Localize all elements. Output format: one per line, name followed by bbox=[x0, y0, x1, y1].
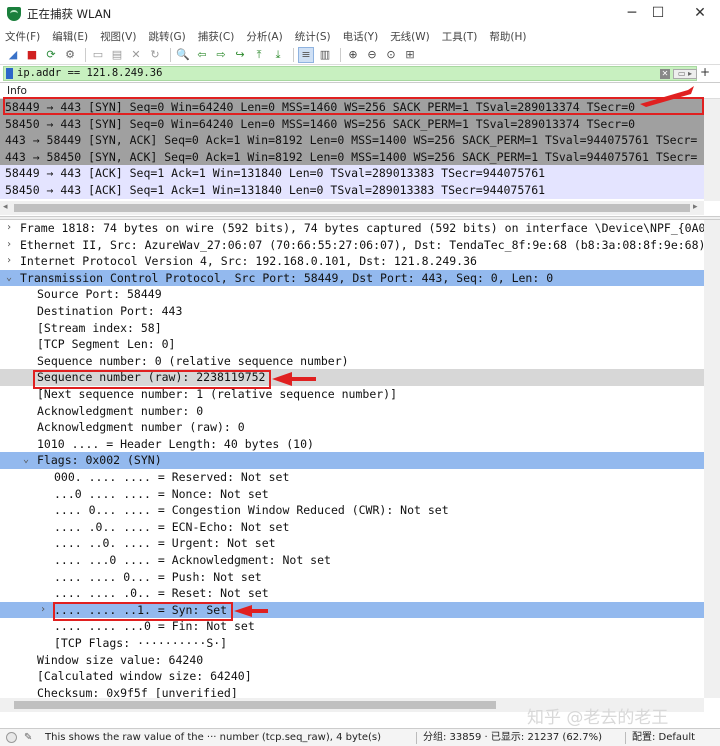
status-hint: This shows the raw value of the ··· numb… bbox=[45, 732, 381, 743]
status-divider bbox=[625, 732, 626, 744]
arrow-icon bbox=[234, 605, 268, 617]
profile-selector[interactable]: 配置: Default bbox=[632, 729, 695, 746]
expert-info-icon[interactable] bbox=[6, 732, 17, 743]
capture-comment-icon[interactable]: ✎ bbox=[24, 732, 36, 743]
packet-counts: 分组: 33859 · 已显示: 21237 (62.7%) bbox=[423, 732, 603, 743]
annotation-arrows bbox=[234, 86, 694, 617]
arrow-icon bbox=[272, 372, 316, 386]
status-divider bbox=[416, 732, 417, 744]
watermark: 知乎 @老去的老王 bbox=[527, 708, 669, 728]
status-bar: ✎ This shows the raw value of the ··· nu… bbox=[0, 728, 720, 746]
arrow-icon bbox=[640, 86, 694, 107]
